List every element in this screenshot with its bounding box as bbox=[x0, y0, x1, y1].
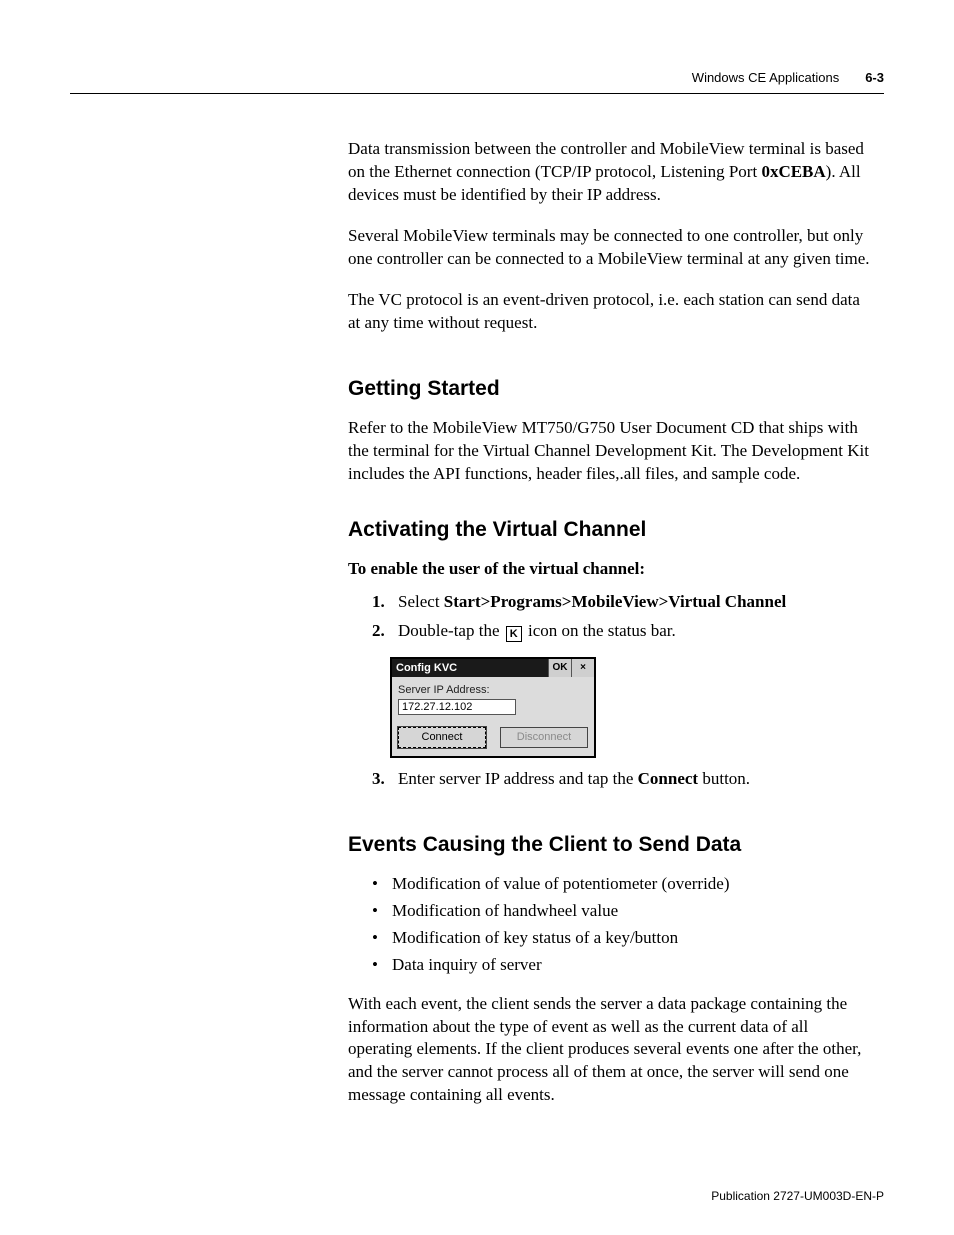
step-text: Double-tap the K icon on the status bar. bbox=[398, 620, 676, 643]
bullet-icon: • bbox=[372, 954, 392, 977]
intro-paragraph-3: The VC protocol is an event-driven proto… bbox=[348, 289, 874, 335]
events-list: • Modification of value of potentiometer… bbox=[372, 873, 874, 977]
disconnect-button[interactable]: Disconnect bbox=[500, 727, 588, 748]
intro-paragraph-1: Data transmission between the controller… bbox=[348, 138, 874, 207]
list-item: • Modification of key status of a key/bu… bbox=[372, 927, 874, 950]
bullet-icon: • bbox=[372, 873, 392, 896]
step-text: Select Start>Programs>MobileView>Virtual… bbox=[398, 591, 786, 614]
instruction-lead: To enable the user of the virtual channe… bbox=[348, 558, 874, 581]
list-item-text: Data inquiry of server bbox=[392, 954, 542, 977]
config-kvc-dialog-figure: Config KVC OK × Server IP Address: Conne… bbox=[390, 657, 874, 758]
text: Select bbox=[398, 592, 444, 611]
heading-events: Events Causing the Client to Send Data bbox=[348, 831, 874, 859]
step-3: 3. Enter server IP address and tap the C… bbox=[372, 768, 874, 791]
step-number: 2. bbox=[372, 620, 398, 643]
ordered-steps-continued: 3. Enter server IP address and tap the C… bbox=[372, 768, 874, 791]
connect-bold: Connect bbox=[638, 769, 698, 788]
connect-button[interactable]: Connect bbox=[398, 727, 486, 748]
list-item-text: Modification of key status of a key/butt… bbox=[392, 927, 678, 950]
list-item-text: Modification of value of potentiometer (… bbox=[392, 873, 730, 896]
list-item: • Modification of handwheel value bbox=[372, 900, 874, 923]
step-text: Enter server IP address and tap the Conn… bbox=[398, 768, 750, 791]
intro-paragraph-2: Several MobileView terminals may be conn… bbox=[348, 225, 874, 271]
heading-getting-started: Getting Started bbox=[348, 375, 874, 403]
list-item: • Modification of value of potentiometer… bbox=[372, 873, 874, 896]
step-number: 1. bbox=[372, 591, 398, 614]
step-number: 3. bbox=[372, 768, 398, 791]
ok-button[interactable]: OK bbox=[548, 659, 571, 677]
header-section-title: Windows CE Applications bbox=[692, 70, 839, 85]
ordered-steps: 1. Select Start>Programs>MobileView>Virt… bbox=[372, 591, 874, 643]
dialog-title: Config KVC bbox=[392, 659, 548, 677]
text: icon on the status bar. bbox=[524, 621, 676, 640]
text: button. bbox=[698, 769, 750, 788]
text: Double-tap the bbox=[398, 621, 504, 640]
dialog-body: Server IP Address: Connect Disconnect bbox=[392, 677, 594, 756]
text: Enter server IP address and tap the bbox=[398, 769, 638, 788]
header-page-number: 6-3 bbox=[865, 70, 884, 85]
running-header: Windows CE Applications 6-3 bbox=[70, 70, 884, 94]
publication-number: Publication 2727-UM003D-EN-P bbox=[711, 1189, 884, 1203]
heading-activating-virtual-channel: Activating the Virtual Channel bbox=[348, 516, 874, 544]
getting-started-paragraph: Refer to the MobileView MT750/G750 User … bbox=[348, 417, 874, 486]
bullet-icon: • bbox=[372, 927, 392, 950]
listening-port: 0xCEBA bbox=[761, 162, 825, 181]
step-2: 2. Double-tap the K icon on the status b… bbox=[372, 620, 874, 643]
dialog-titlebar: Config KVC OK × bbox=[392, 659, 594, 677]
server-ip-label: Server IP Address: bbox=[398, 683, 588, 698]
k-icon: K bbox=[506, 626, 522, 642]
list-item: • Data inquiry of server bbox=[372, 954, 874, 977]
bullet-icon: • bbox=[372, 900, 392, 923]
list-item-text: Modification of handwheel value bbox=[392, 900, 618, 923]
events-closing-paragraph: With each event, the client sends the se… bbox=[348, 993, 874, 1108]
close-button[interactable]: × bbox=[571, 659, 594, 677]
step-1: 1. Select Start>Programs>MobileView>Virt… bbox=[372, 591, 874, 614]
config-kvc-dialog: Config KVC OK × Server IP Address: Conne… bbox=[390, 657, 596, 758]
menu-path: Start>Programs>MobileView>Virtual Channe… bbox=[444, 592, 786, 611]
server-ip-input[interactable] bbox=[398, 699, 516, 715]
